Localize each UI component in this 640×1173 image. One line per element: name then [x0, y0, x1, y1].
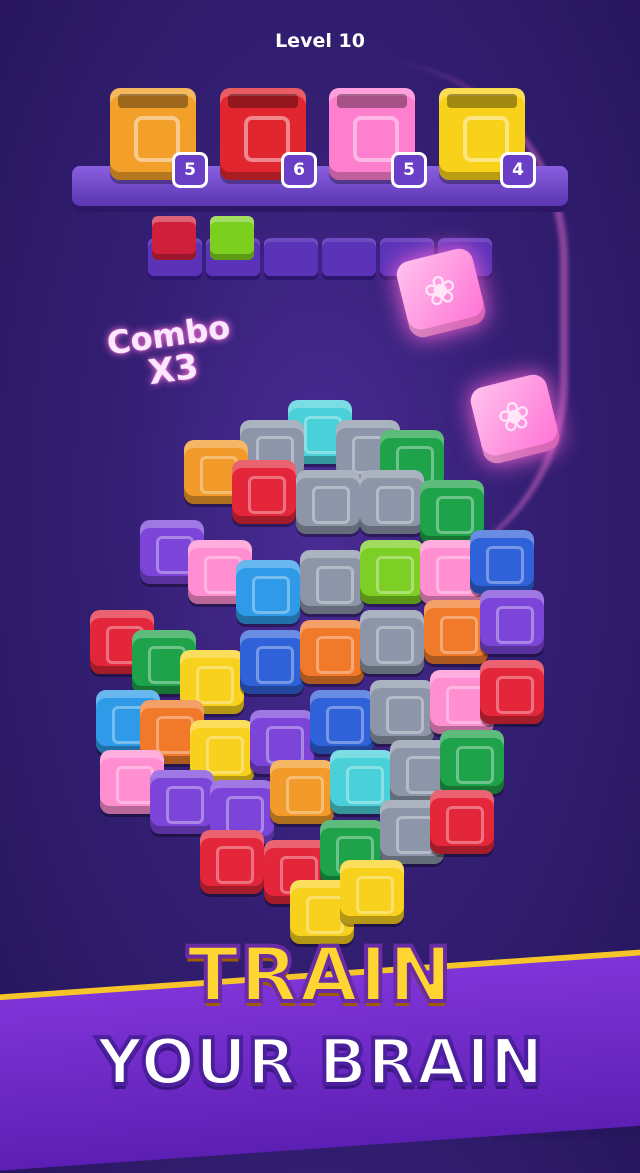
tray-tile-red[interactable] — [152, 216, 196, 260]
puzzle-tile[interactable] — [480, 660, 544, 724]
puzzle-tile[interactable] — [232, 460, 296, 524]
puzzle-tile[interactable] — [300, 550, 364, 614]
puzzle-tile[interactable] — [150, 770, 214, 834]
puzzle-tile[interactable] — [300, 620, 364, 684]
tray-slot — [322, 238, 376, 276]
crate-count-badge: 5 — [391, 152, 427, 188]
tray-tile-green[interactable] — [210, 216, 254, 260]
puzzle-tile[interactable] — [480, 590, 544, 654]
puzzle-tile[interactable] — [424, 600, 488, 664]
promo-line-1: TRAIN — [185, 928, 454, 1021]
crate-count-badge: 4 — [500, 152, 536, 188]
crate-count-badge: 6 — [281, 152, 317, 188]
combo-label: Combo X3 — [92, 306, 251, 400]
level-title: Level 10 — [275, 30, 365, 52]
puzzle-tile[interactable] — [360, 610, 424, 674]
puzzle-tile[interactable] — [296, 470, 360, 534]
puzzle-tile[interactable] — [370, 680, 434, 744]
puzzle-tile[interactable] — [440, 730, 504, 794]
tray-slot — [264, 238, 318, 276]
puzzle-tile[interactable] — [310, 690, 374, 754]
puzzle-tile[interactable] — [340, 860, 404, 924]
puzzle-tile[interactable] — [236, 560, 300, 624]
puzzle-tile[interactable] — [470, 530, 534, 594]
puzzle-tile[interactable] — [360, 540, 424, 604]
crate-count-badge: 5 — [172, 152, 208, 188]
promo-line-2: YOUR BRAIN — [95, 1024, 546, 1102]
puzzle-tile[interactable] — [270, 760, 334, 824]
puzzle-tile[interactable] — [240, 630, 304, 694]
puzzle-tile[interactable] — [200, 830, 264, 894]
puzzle-tile[interactable] — [360, 470, 424, 534]
puzzle-tile[interactable] — [430, 790, 494, 854]
